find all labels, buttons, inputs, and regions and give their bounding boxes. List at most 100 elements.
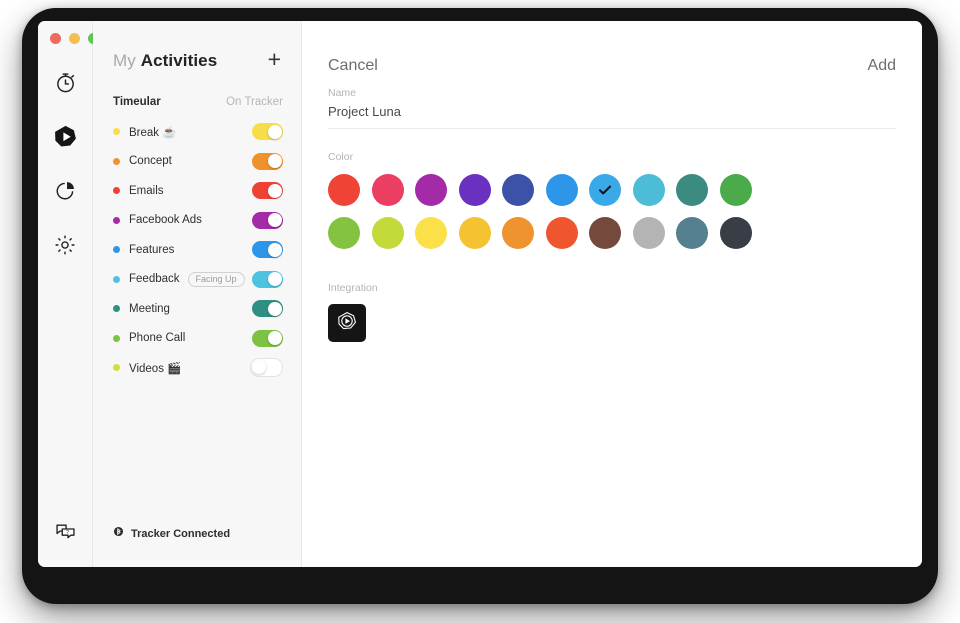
name-input[interactable] <box>328 99 896 129</box>
svg-text:?: ? <box>66 530 69 536</box>
rail-item-timer[interactable] <box>38 58 92 112</box>
color-swatch[interactable] <box>458 217 491 249</box>
add-button[interactable]: Add <box>868 57 896 75</box>
main-panel: Cancel Add Name Color Integration <box>302 21 922 567</box>
toggle-knob <box>267 183 282 198</box>
color-swatch[interactable] <box>589 217 621 249</box>
form-header: Cancel Add <box>328 21 896 75</box>
activity-toggle[interactable] <box>252 241 283 259</box>
activity-color-dot <box>113 334 120 342</box>
toggle-knob <box>267 213 282 228</box>
page-title-prefix: My <box>113 50 136 70</box>
play-polygon-icon <box>53 124 78 154</box>
activity-color-dot <box>113 246 120 254</box>
color-swatch[interactable] <box>328 174 360 206</box>
activity-color-dot <box>113 364 120 372</box>
activity-color-dot <box>113 187 120 195</box>
activity-name: Feedback <box>129 273 180 286</box>
activity-color-dot <box>113 275 120 283</box>
check-icon <box>589 174 621 206</box>
activity-list-header: Timeular On Tracker <box>93 73 301 108</box>
activity-row[interactable]: Feedback Facing Up <box>93 265 301 295</box>
color-swatch[interactable] <box>458 174 491 206</box>
activity-row[interactable]: Meeting <box>93 294 301 324</box>
color-swatch-row-2 <box>328 217 896 249</box>
color-swatch[interactable] <box>589 174 621 206</box>
toggle-knob <box>267 154 282 169</box>
color-swatch[interactable] <box>415 174 447 206</box>
group-label: Timeular <box>113 96 161 108</box>
tracker-status-text: Tracker Connected <box>131 528 231 540</box>
color-swatch[interactable] <box>502 217 534 249</box>
activity-color-dot <box>113 216 120 224</box>
activity-toggle[interactable] <box>250 358 283 378</box>
minimize-button[interactable] <box>69 33 80 44</box>
activity-row[interactable]: Videos 🎬 <box>93 353 301 383</box>
color-swatch[interactable] <box>632 217 665 249</box>
activity-name: Break ☕ <box>129 126 177 139</box>
stopwatch-icon <box>54 71 77 99</box>
color-swatch[interactable] <box>328 217 360 249</box>
activity-toggle[interactable] <box>252 211 283 229</box>
sidebar-header: My Activities + <box>93 21 301 73</box>
color-swatch[interactable] <box>676 174 708 206</box>
tracker-status: Tracker Connected <box>93 525 301 567</box>
color-label: Color <box>328 151 354 163</box>
activity-name: Facebook Ads <box>129 214 202 227</box>
window-traffic-lights <box>50 33 99 44</box>
on-tracker-label: On Tracker <box>226 96 283 108</box>
color-swatch[interactable] <box>545 174 578 206</box>
gear-icon <box>53 233 77 262</box>
color-swatch[interactable] <box>719 174 752 206</box>
activity-toggle[interactable] <box>252 270 283 288</box>
toggle-knob <box>267 301 282 316</box>
color-swatch[interactable] <box>545 217 578 249</box>
activity-row[interactable]: Phone Call <box>93 324 301 354</box>
add-activity-button[interactable]: + <box>268 48 281 73</box>
activity-toggle[interactable] <box>252 329 283 347</box>
color-swatch-row-1 <box>328 174 896 206</box>
page-title: My Activities <box>113 51 217 71</box>
close-button[interactable] <box>50 33 61 44</box>
timeular-play-icon <box>335 309 359 338</box>
color-swatch[interactable] <box>415 217 447 249</box>
activity-row[interactable]: Concept <box>93 147 301 177</box>
rail-item-help[interactable]: ? <box>38 507 92 561</box>
toggle-knob <box>267 124 282 139</box>
activity-toggle[interactable] <box>252 182 283 200</box>
integration-label: Integration <box>328 282 378 294</box>
activity-row[interactable]: Break ☕ <box>93 117 301 147</box>
activity-row[interactable]: Facebook Ads <box>93 206 301 236</box>
activity-name: Emails <box>129 184 164 197</box>
pie-chart-icon <box>54 179 77 207</box>
app-window: ? My Activities + Timeular On Tracker Br… <box>38 21 922 567</box>
color-swatch[interactable] <box>632 174 665 206</box>
rail-item-reports[interactable] <box>38 166 92 220</box>
activity-toggle[interactable] <box>252 123 283 141</box>
integration-tile[interactable] <box>328 304 366 342</box>
activity-name: Features <box>129 243 175 256</box>
sidebar: My Activities + Timeular On Tracker Brea… <box>93 21 302 567</box>
activity-toggle[interactable] <box>252 152 283 170</box>
activity-row[interactable]: Emails <box>93 176 301 206</box>
activity-list: Break ☕ Concept Emails Facebook Ads Features… <box>93 108 301 383</box>
activity-name: Videos 🎬 <box>129 362 182 375</box>
facing-up-badge: Facing Up <box>187 271 245 287</box>
page-title-main: Activities <box>140 50 218 70</box>
activity-name: Phone Call <box>129 332 186 345</box>
rail-item-activities[interactable] <box>38 112 92 166</box>
toggle-knob <box>267 242 282 257</box>
color-swatch[interactable] <box>719 217 752 249</box>
activity-toggle[interactable] <box>252 300 283 318</box>
name-label: Name <box>328 87 357 99</box>
color-swatch[interactable] <box>371 174 404 206</box>
activity-row[interactable]: Features <box>93 235 301 265</box>
color-swatch[interactable] <box>676 217 708 249</box>
color-swatch[interactable] <box>502 174 534 206</box>
color-swatch[interactable] <box>371 217 404 249</box>
rail-icon-group <box>38 58 92 274</box>
toggle-knob <box>267 272 282 287</box>
rail-item-settings[interactable] <box>38 220 92 274</box>
cancel-button[interactable]: Cancel <box>328 57 378 75</box>
activity-name: Meeting <box>129 302 170 315</box>
